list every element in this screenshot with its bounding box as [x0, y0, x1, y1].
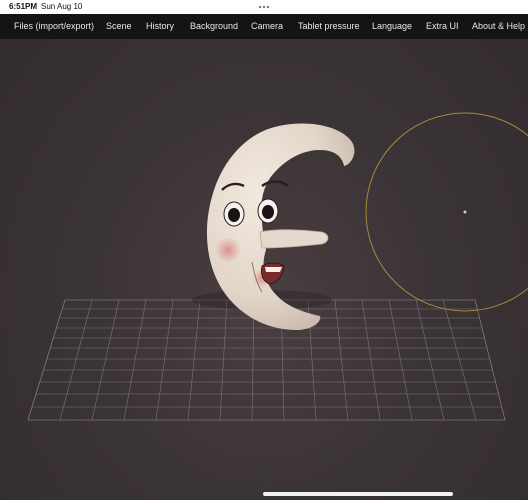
- menu-files[interactable]: Files (import/export): [14, 21, 94, 31]
- status-date: Sun Aug 10: [41, 2, 83, 11]
- sculpt-viewport[interactable]: [0, 39, 528, 500]
- menu-history[interactable]: History: [146, 21, 174, 31]
- top-menu-bar: Files (import/export) Scene History Back…: [0, 14, 528, 39]
- pupil-right: [262, 205, 274, 219]
- app-screen: 6:51PM Sun Aug 10 Files (import/export) …: [0, 0, 528, 500]
- brush-cursor[interactable]: [365, 112, 528, 312]
- cheek-blush-left: [215, 237, 241, 263]
- home-indicator[interactable]: [263, 492, 453, 496]
- moon-mouth: [261, 262, 285, 285]
- menu-tablet-pressure[interactable]: Tablet pressure: [298, 21, 360, 31]
- menu-scene[interactable]: Scene: [106, 21, 132, 31]
- menu-camera[interactable]: Camera: [251, 21, 283, 31]
- menu-background[interactable]: Background: [190, 21, 238, 31]
- status-bar: 6:51PM Sun Aug 10: [0, 0, 528, 14]
- menu-language[interactable]: Language: [372, 21, 412, 31]
- moon-teeth: [265, 267, 282, 272]
- pupil-left: [228, 208, 240, 222]
- moon-nose: [259, 229, 329, 249]
- menu-about-help[interactable]: About & Help: [472, 21, 525, 31]
- three-dots-icon[interactable]: [254, 0, 274, 14]
- menu-extra-ui[interactable]: Extra UI: [426, 21, 459, 31]
- status-time: 6:51PM: [9, 2, 38, 11]
